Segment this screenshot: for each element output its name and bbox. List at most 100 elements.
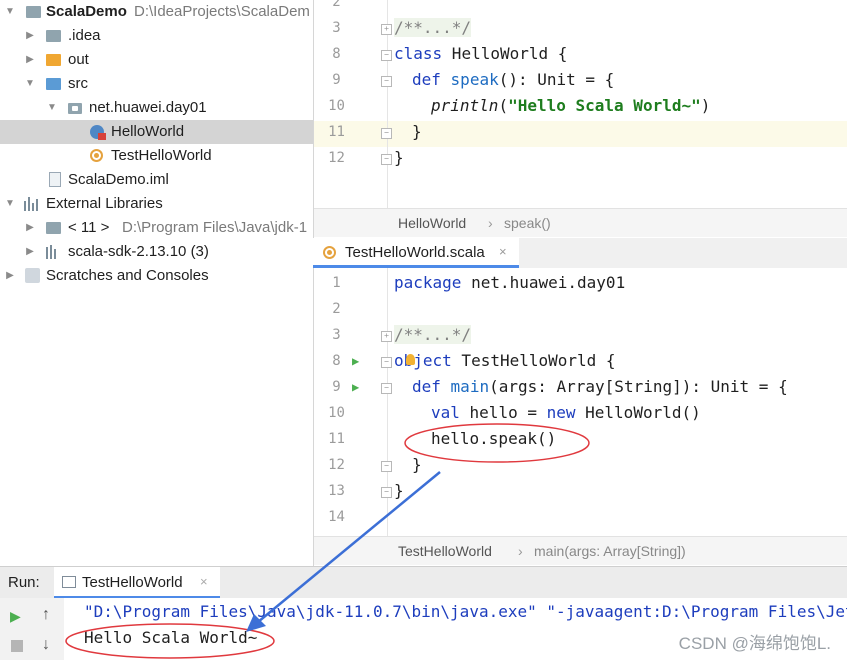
breadcrumb-item[interactable]: main(args: Array[String]) <box>534 537 686 565</box>
console-line: Hello Scala World~ <box>84 628 258 647</box>
code-line: def speak(): Unit = { <box>412 70 615 89</box>
tab-testhelloworld[interactable]: TestHelloWorld.scala × <box>313 238 519 268</box>
fold-icon[interactable]: − <box>381 487 392 498</box>
fold-icon[interactable]: + <box>381 331 392 342</box>
breadcrumb-item[interactable]: TestHelloWorld <box>398 537 492 565</box>
fold-icon[interactable]: − <box>381 357 392 368</box>
editor-testhelloworld[interactable]: 1 package net.huawei.day01 2 3 + /**...*… <box>313 268 847 566</box>
expand-arrow-icon[interactable]: ▼ <box>4 0 16 24</box>
expand-arrow-icon[interactable]: ▼ <box>24 72 36 96</box>
close-icon[interactable]: × <box>200 574 208 589</box>
line-number: 3 <box>332 327 341 343</box>
run-tab-testhelloworld[interactable]: TestHelloWorld × <box>54 567 220 599</box>
fold-icon[interactable]: + <box>381 24 392 35</box>
folder-icon <box>46 30 61 42</box>
jdk-icon <box>46 222 61 234</box>
tree-label: ScalaDemo.iml <box>68 171 169 188</box>
tab-label: TestHelloWorld.scala <box>345 244 485 261</box>
tree-item-idea[interactable]: ▶ .idea <box>0 24 313 48</box>
stop-icon[interactable] <box>11 640 23 652</box>
code-line: package net.huawei.day01 <box>394 273 626 292</box>
tree-item-scalademo[interactable]: ▼ ScalaDemo D:\IdeaProjects\ScalaDem <box>0 0 313 24</box>
expand-arrow-icon[interactable]: ▶ <box>24 240 36 264</box>
run-tool-window-header: Run: TestHelloWorld × <box>0 566 847 599</box>
tree-item-package[interactable]: ▼ net.huawei.day01 <box>0 96 313 120</box>
fold-icon[interactable]: − <box>381 50 392 61</box>
fold-icon[interactable]: − <box>381 461 392 472</box>
console-line: "D:\Program Files\Java\jdk-11.0.7\bin\ja… <box>84 602 847 621</box>
run-label: Run: <box>8 574 40 591</box>
run-toolbar: ▶ ↑ ↓ <box>0 598 65 660</box>
breadcrumb: TestHelloWorld › main(args: Array[String… <box>314 536 847 565</box>
close-icon[interactable]: × <box>499 244 507 259</box>
code-line: } <box>412 455 422 474</box>
fold-icon[interactable]: − <box>381 154 392 165</box>
rerun-icon[interactable]: ▶ <box>10 608 21 625</box>
tree-label: ScalaDemo <box>46 3 127 20</box>
line-number: 12 <box>328 150 345 166</box>
line-number: 14 <box>328 509 345 525</box>
libraries-icon <box>24 197 40 211</box>
tree-item-jdk[interactable]: ▶ < 11 > D:\Program Files\Java\jdk-1 <box>0 216 313 240</box>
breadcrumb-separator: › <box>488 215 493 231</box>
folder-icon <box>46 54 61 66</box>
tree-item-scratches[interactable]: ▶ Scratches and Consoles <box>0 264 313 288</box>
tree-label: .idea <box>68 27 101 44</box>
tab-label: TestHelloWorld <box>82 574 183 591</box>
fold-icon[interactable]: − <box>381 383 392 394</box>
tree-item-testhelloworld[interactable]: TestHelloWorld <box>0 144 313 168</box>
code-line: } <box>394 481 404 500</box>
line-number: 11 <box>328 431 345 447</box>
run-gutter-icon[interactable]: ▶ <box>352 354 359 368</box>
expand-arrow-icon[interactable]: ▼ <box>4 192 16 216</box>
tree-item-out[interactable]: ▶ out <box>0 48 313 72</box>
tree-item-helloworld[interactable]: HelloWorld <box>0 120 313 144</box>
line-number: 11 <box>328 124 345 140</box>
fold-icon[interactable]: − <box>381 128 392 139</box>
intention-bulb-icon[interactable] <box>406 354 415 365</box>
tree-label: TestHelloWorld <box>111 147 212 164</box>
console-icon <box>62 576 76 588</box>
arrow-up-icon[interactable]: ↑ <box>42 606 50 624</box>
line-number: 1 <box>332 275 341 291</box>
expand-arrow-icon[interactable]: ▶ <box>24 24 36 48</box>
editor-tab-bar: TestHelloWorld.scala × <box>313 238 847 269</box>
module-folder-icon <box>26 6 41 18</box>
expand-arrow-icon[interactable]: ▼ <box>46 96 58 120</box>
code-line: class HelloWorld { <box>394 44 568 63</box>
code-line: def main(args: Array[String]): Unit = { <box>412 377 788 396</box>
line-number: 2 <box>332 301 341 317</box>
code-line: /**...*/ <box>394 18 472 37</box>
iml-file-icon <box>49 172 61 187</box>
project-tree: ▼ ScalaDemo D:\IdeaProjects\ScalaDem ▶ .… <box>0 0 313 562</box>
tree-path: D:\IdeaProjects\ScalaDem <box>134 3 310 20</box>
tree-item-scala-sdk[interactable]: ▶ scala-sdk-2.13.10 (3) <box>0 240 313 264</box>
editor-helloworld[interactable]: 2 3 + /**...*/ 8 − class HelloWorld { 9 … <box>313 0 847 238</box>
code-line: val hello = new HelloWorld() <box>431 403 701 422</box>
expand-arrow-icon[interactable]: ▶ <box>24 48 36 72</box>
tree-item-src[interactable]: ▼ src <box>0 72 313 96</box>
line-number: 10 <box>328 405 345 421</box>
tree-item-external-libraries[interactable]: ▼ External Libraries <box>0 192 313 216</box>
expand-arrow-icon[interactable]: ▶ <box>4 264 16 288</box>
tree-label: src <box>68 75 88 92</box>
tree-label: scala-sdk-2.13.10 (3) <box>68 243 209 260</box>
breadcrumb-item[interactable]: speak() <box>504 209 551 237</box>
line-number: 3 <box>332 20 341 36</box>
line-number: 13 <box>328 483 345 499</box>
tree-label: Scratches and Consoles <box>46 267 209 284</box>
run-gutter-icon[interactable]: ▶ <box>352 380 359 394</box>
scala-object-icon <box>323 246 336 259</box>
tree-label: HelloWorld <box>111 123 185 140</box>
tree-label: net.huawei.day01 <box>89 99 207 116</box>
fold-icon[interactable]: − <box>381 76 392 87</box>
code-line: } <box>394 148 404 167</box>
scala-class-icon <box>90 125 106 140</box>
watermark: CSDN @海绵饱饱L. <box>678 634 831 653</box>
code-line: /**...*/ <box>394 325 472 344</box>
arrow-down-icon[interactable]: ↓ <box>42 636 50 654</box>
expand-arrow-icon[interactable]: ▶ <box>24 216 36 240</box>
tree-item-iml[interactable]: ScalaDemo.iml <box>0 168 313 192</box>
breadcrumb-item[interactable]: HelloWorld <box>398 209 466 237</box>
tree-path: D:\Program Files\Java\jdk-1 <box>122 219 308 236</box>
